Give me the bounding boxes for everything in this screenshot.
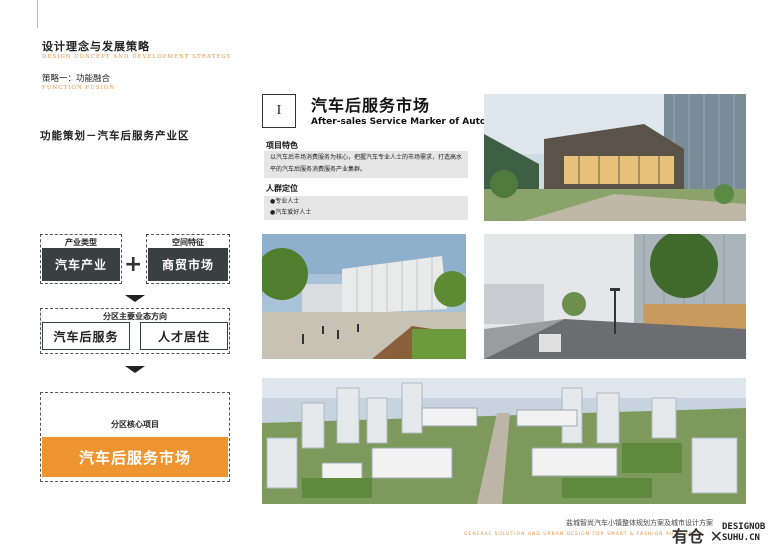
- arrow-down-icon: [125, 295, 145, 302]
- section-numeral: I: [262, 94, 296, 128]
- strategy-title-en: FUNCTION FUSION: [42, 85, 116, 91]
- render-image-plaza: [262, 234, 466, 359]
- space-feature-label: 空间特征: [172, 238, 204, 247]
- core-project-label: 分区核心项目: [111, 420, 159, 429]
- page-title: 设计理念与发展策略: [42, 40, 150, 53]
- watermark-logo: DESIGNOB SUHU.CN: [722, 522, 765, 544]
- arrow-down-icon: [125, 366, 145, 373]
- people-heading: 人群定位: [266, 184, 298, 193]
- watermark-logo-line-2: SUHU.CN: [722, 533, 760, 543]
- watermark-text: 有仓 ✕: [672, 527, 723, 546]
- core-project-value: 汽车后服务市场: [42, 437, 228, 477]
- market-title-en: After-sales Service Marker of Auto: [311, 117, 487, 127]
- header-divider-line: [37, 0, 38, 28]
- render-image-street: [484, 234, 746, 359]
- people-item: ●汽车爱好人士: [270, 209, 312, 216]
- plus-icon: +: [124, 252, 143, 277]
- footer-project-name-en: GENERAL SOLUTION AND URBAN DESIGN FOR SM…: [464, 532, 704, 537]
- direction-item-auto-service: 汽车后服务: [42, 322, 130, 350]
- feature-heading: 项目特色: [266, 141, 298, 150]
- direction-label: 分区主要业态方向: [103, 312, 167, 321]
- market-title: 汽车后服务市场: [311, 96, 431, 115]
- watermark-logo-line-1: DESIGNOB: [722, 522, 766, 532]
- render-image-commercial-building: [484, 94, 746, 221]
- industry-type-label: 产业类型: [65, 238, 97, 247]
- direction-item-talent-housing: 人才居住: [140, 322, 228, 350]
- strategy-title: 策略一：功能融合: [42, 74, 111, 84]
- page-title-en: DESIGN CONCEPT AND DEVELOPMENT STRATEGY: [42, 54, 232, 60]
- industry-type-value: 汽车产业: [42, 248, 120, 281]
- feature-text: 以汽车后市场消费服务为核心，把握汽车专业人士的市场需求，打造高水平的汽车后服务消…: [270, 154, 463, 173]
- section-heading: 功能策划－汽车后服务产业区: [40, 130, 190, 142]
- space-feature-value: 商贸市场: [148, 248, 228, 281]
- render-image-aerial: [262, 378, 746, 504]
